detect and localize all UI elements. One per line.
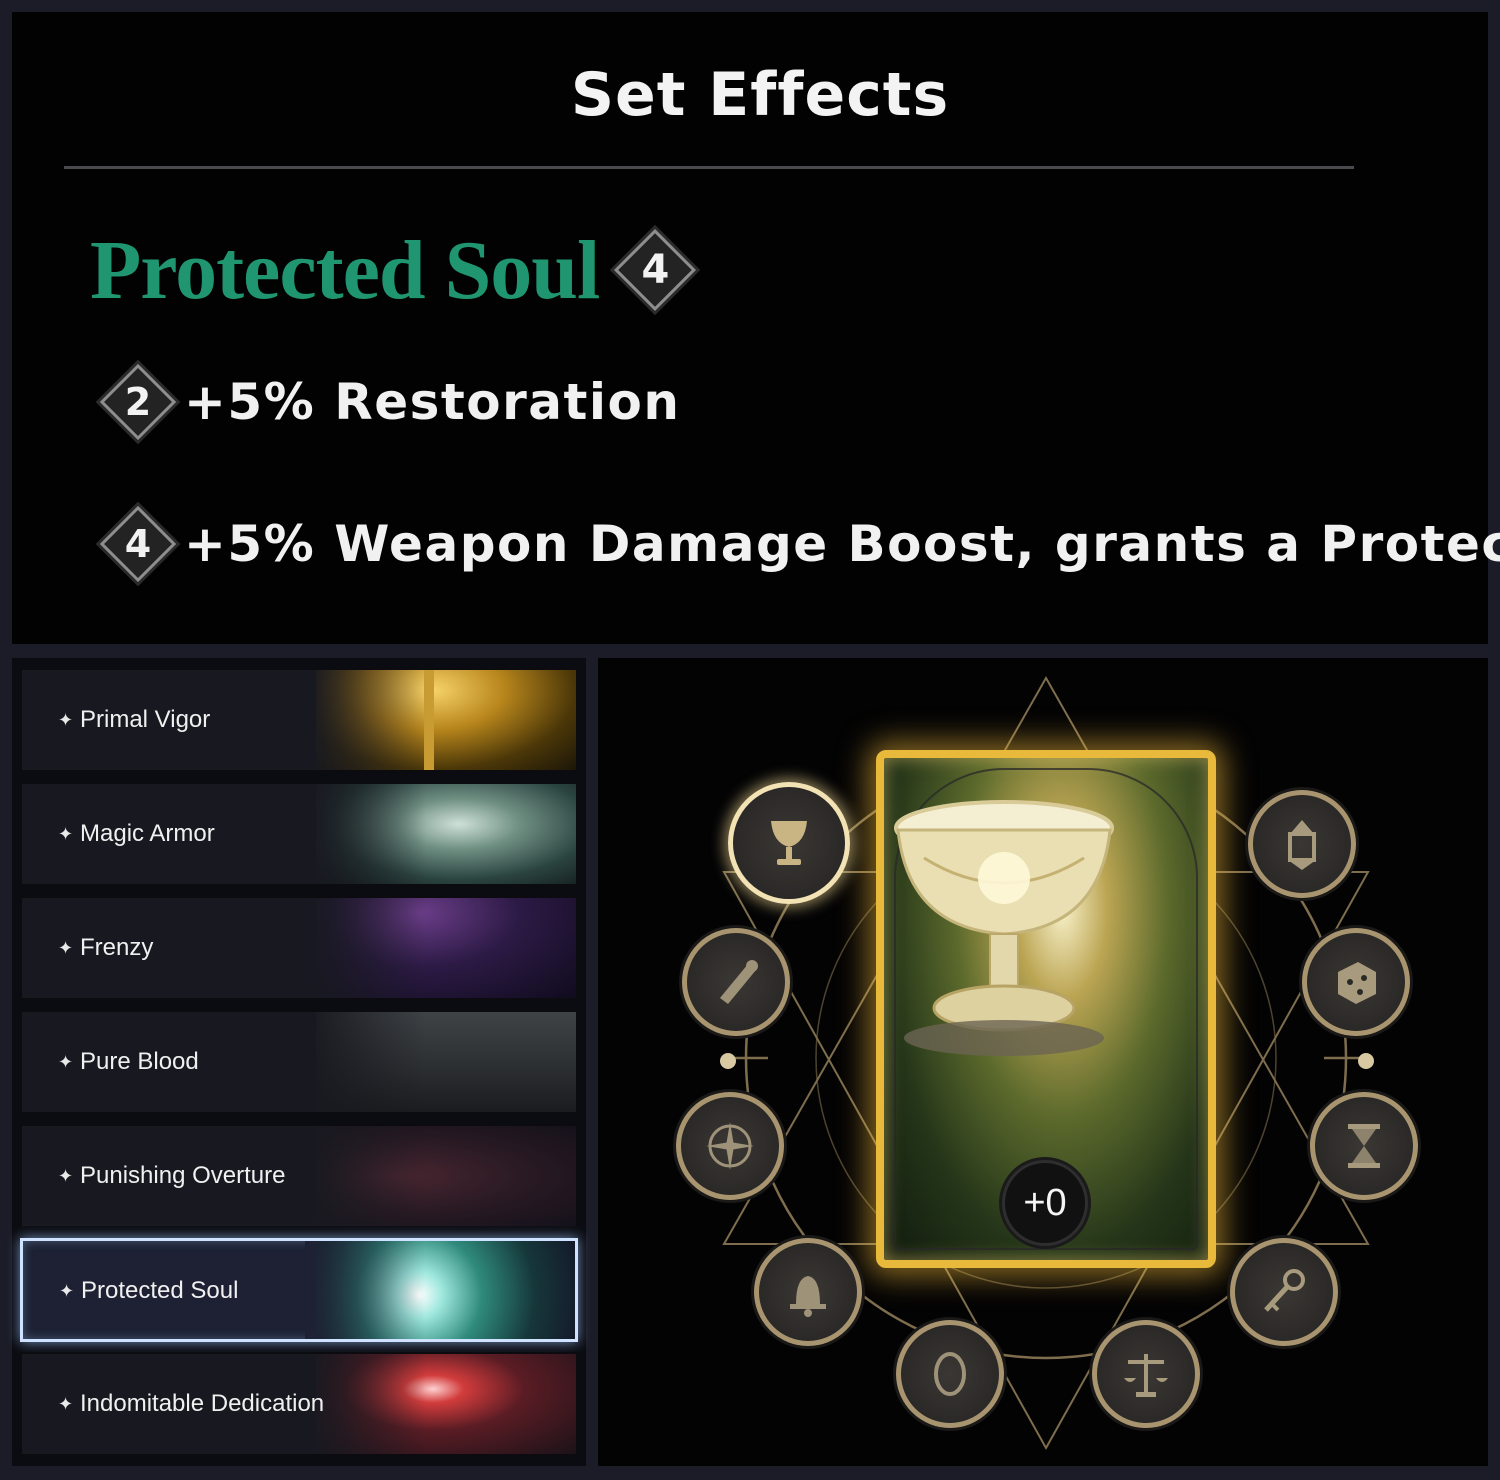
pieces-badge: 2	[99, 363, 177, 441]
art-fade	[306, 784, 426, 884]
set-item-indomitable-dedication[interactable]: ✦ Indomitable Dedication	[20, 1352, 578, 1456]
slot-hourglass[interactable]	[1310, 1092, 1418, 1200]
scroll-icon	[720, 960, 758, 1004]
art-fade	[306, 670, 426, 770]
slot-compass[interactable]	[676, 1092, 784, 1200]
star-icon: ✦	[58, 710, 74, 731]
divider	[64, 166, 1354, 169]
star-icon: ✦	[58, 1166, 74, 1187]
effect-text: +5% Weapon Damage Boost, grants a Protec…	[184, 515, 1500, 573]
set-count: 4	[641, 247, 670, 293]
art-fade	[306, 1012, 426, 1112]
star-icon: ✦	[58, 1394, 74, 1415]
slot-bell[interactable]	[754, 1238, 862, 1346]
slot-dice[interactable]	[1302, 928, 1410, 1036]
set-count-badge: 4	[613, 228, 697, 312]
bell-icon	[790, 1276, 826, 1317]
pieces-count: 4	[124, 522, 152, 566]
slot-chalice[interactable]	[728, 782, 850, 904]
dice-icon	[1338, 962, 1376, 1004]
star-icon: ✦	[58, 824, 74, 845]
art-fade	[305, 1241, 425, 1339]
set-item-label: Magic Armor	[80, 820, 215, 847]
key-icon	[1264, 1269, 1305, 1312]
lantern-icon	[1288, 820, 1316, 870]
pieces-count: 2	[124, 380, 152, 424]
set-list: ✦ Primal Vigor ✦ Magic Armor ✦ Frenzy ✦ …	[12, 658, 586, 1466]
art-fade	[306, 1126, 426, 1226]
panel-title: Set Effects	[570, 60, 950, 130]
set-item-frenzy[interactable]: ✦ Frenzy	[20, 896, 578, 1000]
set-name: Protected Soul	[90, 223, 600, 317]
star-icon: ✦	[59, 1281, 75, 1302]
chalice-icon	[771, 821, 807, 865]
mirror-icon	[934, 1352, 966, 1396]
card-display: +0	[598, 658, 1488, 1466]
set-effects-panel: Set Effects Protected Soul 4 2 +5% Resto…	[12, 12, 1500, 644]
card-level: +0	[1023, 1181, 1067, 1224]
effect-row: 4 +5% Weapon Damage Boost, grants a Prot…	[99, 505, 1500, 583]
set-item-label: Protected Soul	[81, 1277, 239, 1304]
chalice-art	[894, 800, 1114, 1056]
scales-icon	[1124, 1354, 1168, 1397]
set-item-magic-armor[interactable]: ✦ Magic Armor	[20, 782, 578, 886]
pieces-badge: 4	[99, 505, 177, 583]
slot-key[interactable]	[1230, 1238, 1338, 1346]
effect-row: 2 +5% Restoration	[99, 363, 681, 441]
level-badge: +0	[1002, 1160, 1088, 1246]
set-item-label: Indomitable Dedication	[80, 1390, 325, 1417]
slot-mirror[interactable]	[896, 1320, 1004, 1428]
compass-icon	[706, 1122, 754, 1170]
set-item-label: Pure Blood	[80, 1048, 199, 1075]
set-item-punishing-overture[interactable]: ✦ Punishing Overture	[20, 1124, 578, 1228]
slot-scroll[interactable]	[682, 928, 790, 1036]
hourglass-icon	[1348, 1124, 1380, 1168]
slot-lantern[interactable]	[1248, 790, 1356, 898]
slot-scales[interactable]	[1092, 1320, 1200, 1428]
set-item-pure-blood[interactable]: ✦ Pure Blood	[20, 1010, 578, 1114]
set-item-primal-vigor[interactable]: ✦ Primal Vigor	[20, 668, 578, 772]
art-fade	[306, 898, 426, 998]
set-item-protected-soul[interactable]: ✦ Protected Soul	[20, 1238, 578, 1342]
star-icon: ✦	[58, 1052, 74, 1073]
set-item-label: Primal Vigor	[80, 706, 211, 733]
set-item-label: Punishing Overture	[80, 1162, 286, 1189]
set-name-row: Protected Soul 4	[90, 220, 697, 320]
card[interactable]: +0	[876, 750, 1216, 1268]
effect-text: +5% Restoration	[184, 373, 681, 431]
set-item-label: Frenzy	[80, 934, 154, 961]
star-icon: ✦	[58, 938, 74, 959]
